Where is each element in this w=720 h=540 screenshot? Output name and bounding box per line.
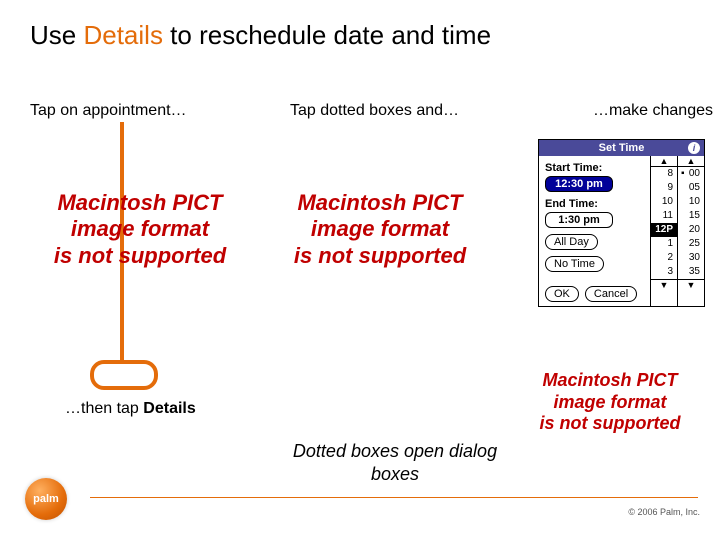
pict-line: is not supported: [40, 243, 240, 269]
hour-option[interactable]: 9: [651, 181, 677, 195]
hour-scroll[interactable]: ▲ 89101112P1234567 ▼: [650, 156, 677, 306]
hour-list[interactable]: 89101112P1234567: [651, 167, 677, 279]
hour-scroll-up-icon[interactable]: ▲: [651, 156, 677, 167]
pict-line: is not supported: [280, 243, 480, 269]
pict-line: Macintosh PICT: [280, 190, 480, 216]
hour-option[interactable]: 1: [651, 237, 677, 251]
pict-line: image format: [280, 216, 480, 242]
slide-title: Use Details to reschedule date and time: [30, 20, 491, 51]
minute-option[interactable]: 30: [678, 251, 704, 265]
end-time-label: End Time:: [545, 198, 646, 210]
pict-line: image format: [40, 216, 240, 242]
set-time-header: Set Time i: [539, 140, 704, 156]
minute-scroll[interactable]: ▲ 000510152025303540455055 ▼: [677, 156, 704, 306]
minute-option[interactable]: 25: [678, 237, 704, 251]
then-tap-bold: Details: [143, 400, 195, 417]
minute-scroll-up-icon[interactable]: ▲: [678, 156, 704, 167]
then-tap-prefix: …then tap: [65, 400, 143, 417]
info-icon[interactable]: i: [688, 142, 700, 154]
column-heading-2: Tap dotted boxes and…: [290, 102, 459, 120]
hour-option[interactable]: 12P: [651, 223, 677, 237]
minute-scroll-down-icon[interactable]: ▼: [678, 279, 704, 290]
highlight-pill: [90, 360, 158, 390]
title-suffix: to reschedule date and time: [163, 20, 491, 50]
then-tap-details: …then tap Details: [65, 400, 196, 418]
set-time-title: Set Time: [599, 142, 645, 154]
ok-button[interactable]: OK: [545, 286, 579, 302]
cancel-button[interactable]: Cancel: [585, 286, 637, 302]
minute-option[interactable]: 05: [678, 181, 704, 195]
pict-line: image format: [525, 392, 695, 414]
pict-line: is not supported: [525, 413, 695, 435]
column-heading-1: Tap on appointment…: [30, 102, 187, 120]
set-time-body: Start Time: 12:30 pm End Time: 1:30 pm A…: [539, 156, 704, 306]
start-time-label: Start Time:: [545, 162, 646, 174]
minute-option[interactable]: 35: [678, 265, 704, 279]
hour-option[interactable]: 10: [651, 195, 677, 209]
set-time-dialog: Set Time i Start Time: 12:30 pm End Time…: [538, 139, 705, 307]
title-accent: Details: [83, 20, 162, 50]
hour-option[interactable]: 3: [651, 265, 677, 279]
end-time-field[interactable]: 1:30 pm: [545, 212, 613, 228]
minute-option[interactable]: 00: [678, 167, 704, 181]
minute-option[interactable]: 15: [678, 209, 704, 223]
all-day-button[interactable]: All Day: [545, 234, 598, 250]
pict-placeholder-1: Macintosh PICT image format is not suppo…: [40, 190, 240, 269]
minute-option[interactable]: 10: [678, 195, 704, 209]
set-time-left: Start Time: 12:30 pm End Time: 1:30 pm A…: [539, 156, 650, 306]
hour-scroll-down-icon[interactable]: ▼: [651, 279, 677, 290]
title-prefix: Use: [30, 20, 83, 50]
hour-option[interactable]: 2: [651, 251, 677, 265]
dotted-boxes-caption: Dotted boxes open dialog boxes: [290, 440, 500, 487]
minute-list[interactable]: 000510152025303540455055: [678, 167, 704, 279]
set-time-buttons: OK Cancel: [545, 280, 646, 302]
pict-line: Macintosh PICT: [40, 190, 240, 216]
pict-placeholder-3: Macintosh PICT image format is not suppo…: [525, 370, 695, 435]
pict-placeholder-2: Macintosh PICT image format is not suppo…: [280, 190, 480, 269]
hour-option[interactable]: 11: [651, 209, 677, 223]
column-heading-3: …make changes: [573, 102, 713, 120]
palm-logo: palm: [25, 478, 67, 520]
hour-option[interactable]: 8: [651, 167, 677, 181]
no-time-button[interactable]: No Time: [545, 256, 604, 272]
footer-divider: [90, 497, 698, 498]
start-time-field[interactable]: 12:30 pm: [545, 176, 613, 192]
minute-option[interactable]: 20: [678, 223, 704, 237]
copyright: © 2006 Palm, Inc.: [628, 507, 700, 517]
pict-line: Macintosh PICT: [525, 370, 695, 392]
